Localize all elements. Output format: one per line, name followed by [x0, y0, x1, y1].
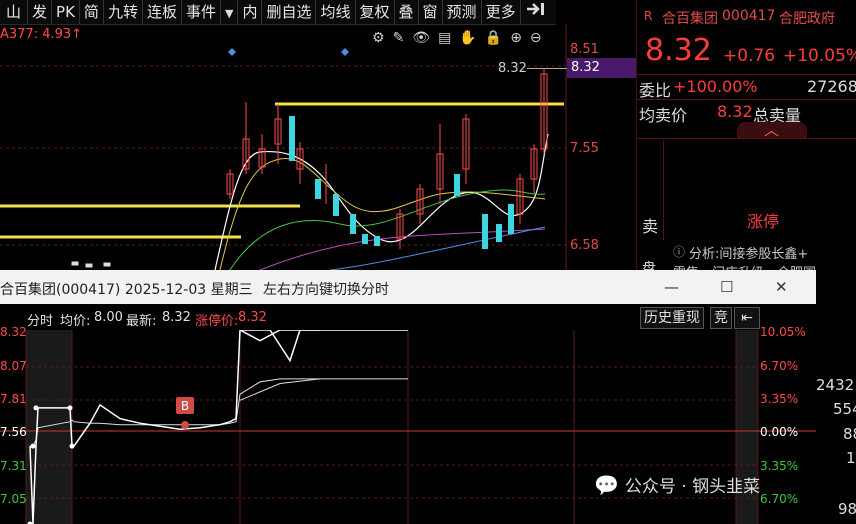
price-point	[30, 443, 36, 449]
right-axis-tick: 3.35%	[760, 459, 799, 473]
toolbar-item-adjust[interactable]: 复权	[356, 0, 395, 24]
bid-button[interactable]: 竞	[710, 307, 732, 329]
right-axis-tick: 10.05%	[760, 325, 806, 339]
popup-hint: 左右方向键切换分时	[263, 282, 389, 298]
current-price-label: 8.32	[498, 61, 527, 76]
toolbar-item-jiuzhuan[interactable]: 九转	[104, 0, 143, 24]
divider	[637, 138, 856, 139]
weibi-value: +100.00%	[673, 77, 758, 96]
right-axis-tick: 6.70%	[760, 359, 799, 373]
left-axis-tick: 7.05	[0, 492, 27, 506]
price-point	[69, 443, 75, 449]
avg-value: 8.00	[94, 310, 123, 325]
toolbar-item-ma[interactable]: 均线	[316, 0, 356, 24]
current-price-leader	[527, 68, 567, 69]
toolbar-item-more[interactable]: 更多	[482, 0, 521, 24]
sell-label: 卖	[642, 217, 659, 236]
toolbar-item-predict[interactable]: 预测	[443, 0, 482, 24]
exit-arrow-icon[interactable]: ⇤	[734, 307, 760, 329]
right-axis-tick: 0.00%	[760, 425, 799, 439]
avg-sell-label: 均卖价	[639, 106, 688, 125]
toolbar-item-overlay[interactable]: 叠	[395, 0, 419, 24]
latest-label: 最新:	[126, 314, 157, 329]
toolbar: 山 发 PK 简 九转 连板 事件 ▼ 内 删自选 均线 复权 叠 窗 预测 更…	[0, 0, 556, 25]
analysis-text: 分析:间接参股长鑫+	[689, 247, 809, 262]
behind-number: 2432	[816, 376, 855, 394]
avg-price-line	[30, 378, 320, 447]
wechat-icon: 💬	[594, 472, 619, 497]
popup-title: 合百集团(000417) 2025-12-03 星期三	[0, 282, 253, 298]
toolbar-item-shan[interactable]: 山	[0, 0, 29, 24]
limit-up-label: 涨停	[747, 212, 780, 231]
toolbar-item-delete-watch[interactable]: 删自选	[262, 0, 317, 24]
behind-number: 88	[843, 425, 856, 443]
avg-sell-value: 8.32	[717, 102, 753, 121]
limit-label: 涨停价:	[195, 314, 239, 329]
popup-titlebar[interactable]: 合百集团(000417) 2025-12-03 星期三 左右方向键切换分时 — …	[0, 270, 816, 304]
info-icon[interactable]: ⓘ	[673, 243, 685, 260]
behind-number: 554	[833, 400, 856, 418]
toolbar-item-jian[interactable]: 简	[80, 0, 104, 24]
history-replay-button[interactable]: 历史重现	[640, 307, 704, 329]
latest-value: 8.32	[162, 310, 191, 325]
avg-price-line-ext	[239, 378, 408, 401]
left-axis-tick: 7.56	[0, 425, 27, 439]
right-axis-tick: 6.70%	[760, 492, 799, 506]
close-icon[interactable]: ✕	[775, 278, 788, 296]
toolbar-item-lianban[interactable]: 连板	[143, 0, 182, 24]
toolbar-item-window[interactable]: 窗	[419, 0, 443, 24]
chevron-up-icon: ︿	[764, 121, 780, 139]
price-line	[29, 330, 320, 524]
behind-number: 1	[846, 449, 856, 467]
flag-badge: R	[644, 9, 653, 23]
left-axis-tick: 8.07	[0, 359, 27, 373]
price-line-limit	[240, 330, 408, 363]
price-point	[33, 405, 39, 411]
buy-marker-label: B	[181, 399, 189, 413]
limit-value: 8.32	[238, 310, 267, 325]
popup-info-bar: 分时 均价: 8.00 最新: 8.32 涨停价: 8.32 历史重现 竞 ⇤	[0, 304, 816, 330]
stock-name: 合百集团	[662, 11, 718, 27]
watermark-label: 公众号 · 钢头韭菜	[624, 477, 761, 497]
stock-code: 000417	[722, 8, 776, 24]
left-axis-tick: 7.81	[0, 392, 27, 406]
weibi-label: 委比	[639, 81, 672, 100]
maximize-icon[interactable]: ☐	[720, 278, 733, 296]
watermark: 💬 公众号 · 钢头韭菜	[594, 472, 761, 498]
current-price: 8.32	[645, 33, 712, 68]
buy-point-dot	[181, 421, 189, 429]
toolbar-dropdown[interactable]: ▼	[221, 0, 239, 24]
mode-label: 分时	[27, 314, 54, 329]
divider	[637, 74, 856, 75]
weibi-extra: 27268	[807, 77, 856, 96]
left-axis-tick: 7.31	[0, 459, 27, 473]
toolbar-item-fa[interactable]: 发	[28, 0, 53, 24]
price-change-pct: +10.05%	[783, 46, 856, 66]
divider	[637, 99, 856, 100]
right-axis-tick: 3.35%	[760, 392, 799, 406]
price-change: +0.76	[723, 46, 776, 66]
exit-arrow-icon[interactable]	[521, 0, 551, 24]
region-tag[interactable]: 合肥政府	[779, 8, 835, 28]
price-point	[67, 405, 73, 411]
avg-label: 均价:	[60, 314, 91, 329]
behind-number: 98	[838, 500, 856, 518]
chevron-down-icon: ▼	[224, 7, 234, 20]
toolbar-item-shijian[interactable]: 事件	[182, 0, 221, 24]
divider	[663, 140, 664, 240]
collapse-button[interactable]: ︿	[737, 121, 807, 139]
toolbar-item-nei[interactable]: 内	[238, 0, 263, 24]
kline-chart[interactable]	[0, 24, 636, 270]
toolbar-item-pk[interactable]: PK	[52, 0, 80, 24]
minimize-icon[interactable]: —	[664, 278, 679, 296]
left-axis-tick: 8.32	[0, 325, 27, 339]
quote-panel: R 合百集团 000417 合肥政府 8.32 +0.76 +10.05% 委比…	[636, 0, 856, 281]
